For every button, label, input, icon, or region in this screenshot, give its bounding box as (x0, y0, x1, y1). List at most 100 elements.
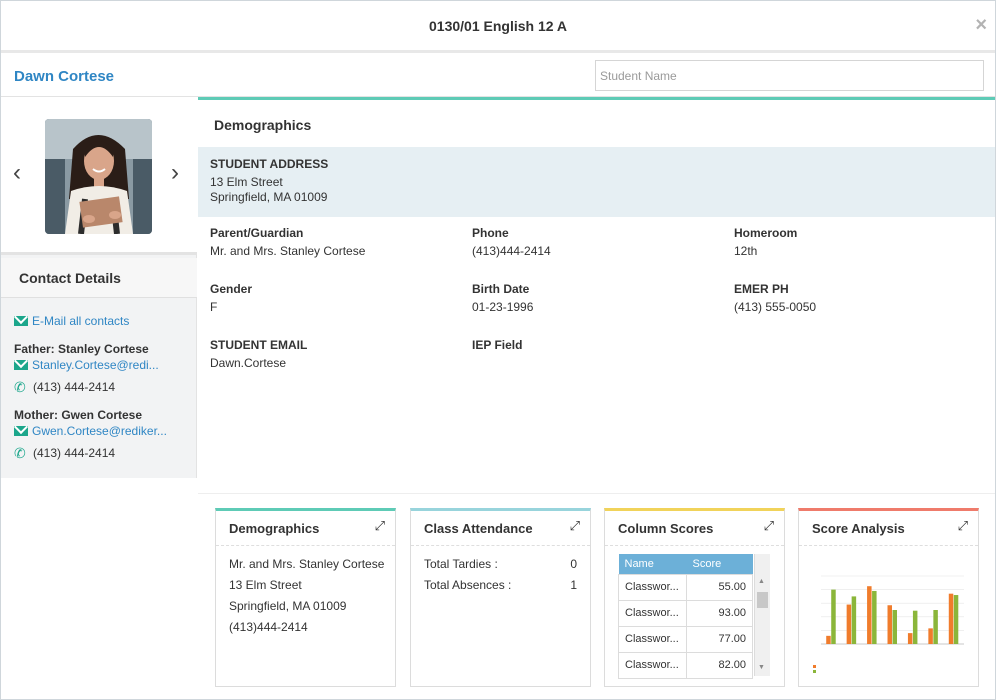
father-heading: Father: Stanley Cortese (14, 342, 149, 356)
father-email-link[interactable]: Stanley.Cortese@redi... (32, 358, 159, 372)
field-label: Homeroom (734, 226, 798, 240)
demographics-title: Demographics (198, 97, 995, 147)
mother-email-link[interactable]: Gwen.Cortese@rediker... (32, 424, 167, 438)
student-photo-image (45, 119, 152, 234)
chart-bar (846, 604, 852, 644)
address-line-1: 13 Elm Street (210, 175, 283, 189)
table-row[interactable]: Classwor... 82.00 (618, 651, 753, 679)
card-body: Mr. and Mrs. Stanley Cortese 13 Elm Stre… (216, 545, 395, 646)
field-label: Phone (472, 226, 509, 240)
student-sidebar: ‹ › Contact Details E-Mail all contacts … (1, 97, 197, 478)
table-row[interactable]: Classwor... 93.00 (618, 599, 753, 627)
attendance-value: 0 (570, 557, 577, 571)
field-label: Gender (210, 282, 253, 296)
close-icon[interactable]: × (975, 15, 987, 35)
attendance-value: 1 (570, 578, 577, 592)
envelope-icon (14, 360, 28, 370)
table-row[interactable]: Classwor... 55.00 (618, 573, 753, 601)
field-label: Birth Date (472, 282, 530, 296)
card-line: Springfield, MA 01009 (229, 599, 347, 613)
expand-icon[interactable]: ⤢ (958, 519, 968, 532)
attendance-row: Total Absences : 1 (424, 575, 577, 596)
demographics-panel: Demographics STUDENT ADDRESS 13 Elm Stre… (198, 97, 995, 493)
envelope-icon (14, 426, 28, 436)
chart-bar (831, 589, 836, 644)
modal-titlebar: 0130/01 English 12 A × (1, 1, 995, 53)
table-cell-name: Classwor... (618, 651, 687, 679)
field-value: F (210, 300, 218, 314)
student-name[interactable]: Dawn Cortese (14, 68, 114, 85)
scroll-down-icon[interactable]: ▼ (758, 664, 765, 671)
chart-bar (887, 605, 892, 644)
student-photo (45, 119, 152, 234)
card-line: (413)444-2414 (229, 620, 308, 634)
card-body (799, 545, 978, 692)
scores-table: Name Score Classwor... 55.00 Classwor... (618, 554, 753, 679)
chart-bar (826, 635, 831, 644)
email-all-contacts-link[interactable]: E-Mail all contacts (32, 314, 129, 328)
chart-bar (872, 590, 877, 644)
chart-bar (933, 610, 938, 644)
scores-header-row: Name Score (618, 554, 753, 574)
phone-icon: ✆ (14, 378, 26, 395)
email-all-row[interactable]: E-Mail all contacts (14, 313, 194, 329)
previous-student-icon[interactable]: ‹ (13, 161, 21, 185)
field-phone: Phone (413)444-2414 (472, 226, 712, 258)
score-analysis-chart (813, 575, 964, 673)
field-value: Dawn.Cortese (210, 356, 287, 370)
field-iep: IEP Field (472, 338, 712, 356)
scroll-up-icon[interactable]: ▲ (758, 578, 765, 585)
field-label: IEP Field (472, 338, 523, 352)
card-title: Class Attendance (424, 521, 533, 536)
score-analysis-card: Score Analysis ⤢ (798, 508, 979, 687)
contact-list: E-Mail all contacts Father: Stanley Cort… (14, 313, 194, 461)
chart-bar (867, 586, 872, 644)
chart-bar (907, 633, 913, 644)
chart-bar (948, 593, 954, 644)
expand-icon[interactable]: ⤢ (375, 519, 385, 532)
photo-panel: ‹ › (1, 97, 197, 255)
mother-heading: Mother: Gwen Cortese (14, 408, 143, 422)
next-student-icon[interactable]: › (171, 161, 179, 185)
attendance-row: Total Tardies : 0 (424, 554, 577, 575)
table-cell-score: 55.00 (686, 573, 753, 601)
mother-phone: (413) 444-2414 (33, 446, 116, 460)
card-body: Name Score Classwor... 55.00 Classwor... (605, 545, 784, 680)
table-cell-score: 77.00 (686, 625, 753, 653)
field-value: 01-23-1996 (472, 300, 534, 314)
scroll-thumb[interactable] (757, 592, 768, 608)
card-line: Mr. and Mrs. Stanley Cortese (229, 557, 385, 571)
father-email-row[interactable]: Stanley.Cortese@redi... (14, 357, 194, 373)
demographics-card: Demographics ⤢ Mr. and Mrs. Stanley Cort… (215, 508, 396, 687)
address-line-2: Springfield, MA 01009 (210, 190, 328, 204)
chart-bar (851, 596, 857, 644)
table-cell-name: Classwor... (618, 625, 687, 653)
modal-title: 0130/01 English 12 A (429, 17, 567, 34)
student-modal: 0130/01 English 12 A × Dawn Cortese ‹ (0, 0, 996, 700)
chart-bar (953, 595, 959, 644)
column-scores-card: Column Scores ⤢ Name Score Classwor... 5… (604, 508, 785, 687)
field-value: Mr. and Mrs. Stanley Cortese (210, 244, 366, 258)
scores-scrollbar[interactable]: ▲ ▼ (754, 554, 770, 676)
card-line: 13 Elm Street (229, 578, 302, 592)
field-student-email: STUDENT EMAIL Dawn.Cortese (210, 338, 450, 370)
student-address-block: STUDENT ADDRESS 13 Elm Street Springfiel… (198, 147, 995, 217)
chart-bar (912, 610, 918, 644)
expand-icon[interactable]: ⤢ (764, 519, 774, 532)
student-address-label: STUDENT ADDRESS (210, 157, 329, 171)
field-birth-date: Birth Date 01-23-1996 (472, 282, 712, 314)
student-search-input[interactable] (595, 60, 984, 91)
table-cell-score: 82.00 (686, 651, 753, 679)
field-parent-guardian: Parent/Guardian Mr. and Mrs. Stanley Cor… (210, 226, 450, 258)
field-label: EMER PH (734, 282, 789, 296)
expand-icon[interactable]: ⤢ (570, 519, 580, 532)
mother-email-row[interactable]: Gwen.Cortese@rediker... (14, 423, 194, 439)
attendance-label: Total Tardies : (424, 557, 498, 571)
mother-phone-row: ✆ (413) 444-2414 (14, 445, 194, 461)
column-header-score[interactable]: Score (686, 554, 753, 574)
table-cell-name: Classwor... (618, 573, 687, 601)
table-row[interactable]: Classwor... 77.00 (618, 625, 753, 653)
field-gender: Gender F (210, 282, 450, 314)
phone-icon: ✆ (14, 444, 26, 461)
column-header-name[interactable]: Name (618, 554, 687, 574)
